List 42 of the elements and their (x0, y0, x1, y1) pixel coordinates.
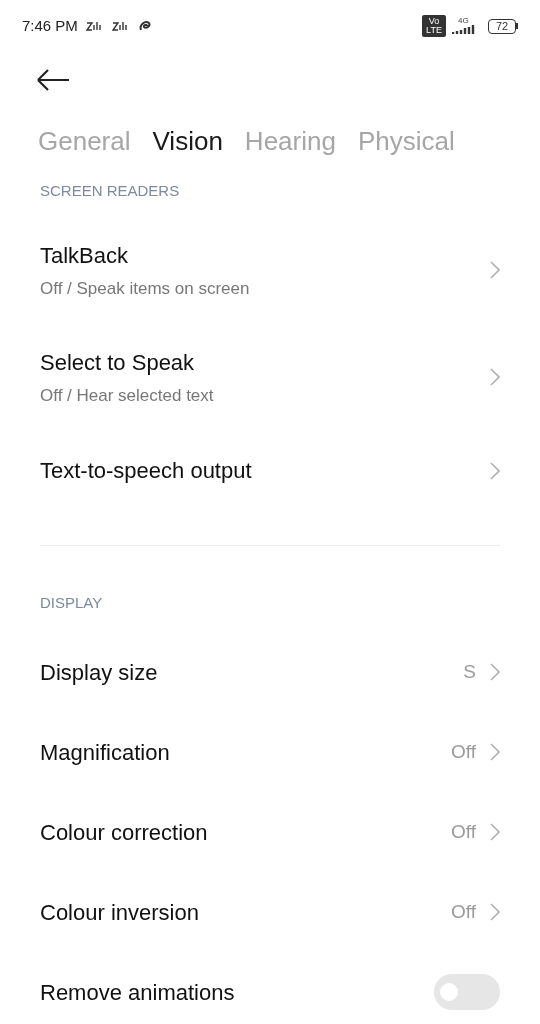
chevron-icon (490, 743, 500, 761)
swirl-icon (137, 19, 152, 33)
back-icon[interactable] (36, 69, 70, 91)
settings-row[interactable]: Colour correction Off (0, 792, 540, 872)
row-value: Off (451, 819, 476, 844)
section-header: SCREEN READERS (39, 181, 181, 201)
chevron-icon (490, 663, 500, 681)
section-header: DISPLAY (39, 592, 104, 613)
toggle-switch[interactable] (434, 974, 500, 1010)
battery-level: 72 (495, 20, 509, 32)
settings-row[interactable]: Remove animations (0, 952, 540, 1024)
settings-row[interactable]: TalkBack Off / Speak items on screen (0, 216, 540, 324)
row-value: S (463, 659, 476, 684)
notification-icon (111, 21, 130, 31)
row-title: Remove animations (40, 978, 235, 1007)
row-title: Magnification (40, 738, 170, 767)
chevron-icon (490, 461, 500, 480)
volte-badge: Vo LTE (422, 15, 446, 37)
chevron-icon (490, 903, 500, 921)
row-title: Colour inversion (40, 898, 199, 927)
notification-icon (85, 21, 104, 31)
row-title: Text-to-speech output (40, 457, 252, 485)
clock: 7:46 PM (22, 15, 78, 36)
network-type: 4G (458, 17, 469, 25)
settings-row[interactable]: Magnification Off (0, 712, 540, 792)
row-title: Colour correction (40, 818, 208, 847)
settings-row[interactable]: Colour inversion Off (0, 872, 540, 952)
row-value: Off (451, 739, 476, 764)
row-subtitle: Off / Speak items on screen (40, 277, 250, 300)
chevron-icon (490, 823, 500, 841)
row-title: Display size (40, 658, 158, 687)
chevron-icon (490, 261, 500, 279)
signal-icon (452, 25, 476, 35)
settings-row[interactable]: Text-to-speech output (0, 430, 540, 511)
tab[interactable]: Vision (152, 121, 223, 161)
settings-row[interactable]: Display size S (0, 632, 540, 712)
row-title: Select to Speak (40, 348, 196, 377)
settings-row[interactable]: Select to Speak Off / Hear selected text (0, 323, 540, 431)
row-subtitle: Off / Hear selected text (40, 384, 214, 407)
row-value: Off (451, 899, 476, 924)
row-title: TalkBack (40, 241, 130, 270)
chevron-icon (490, 368, 500, 386)
